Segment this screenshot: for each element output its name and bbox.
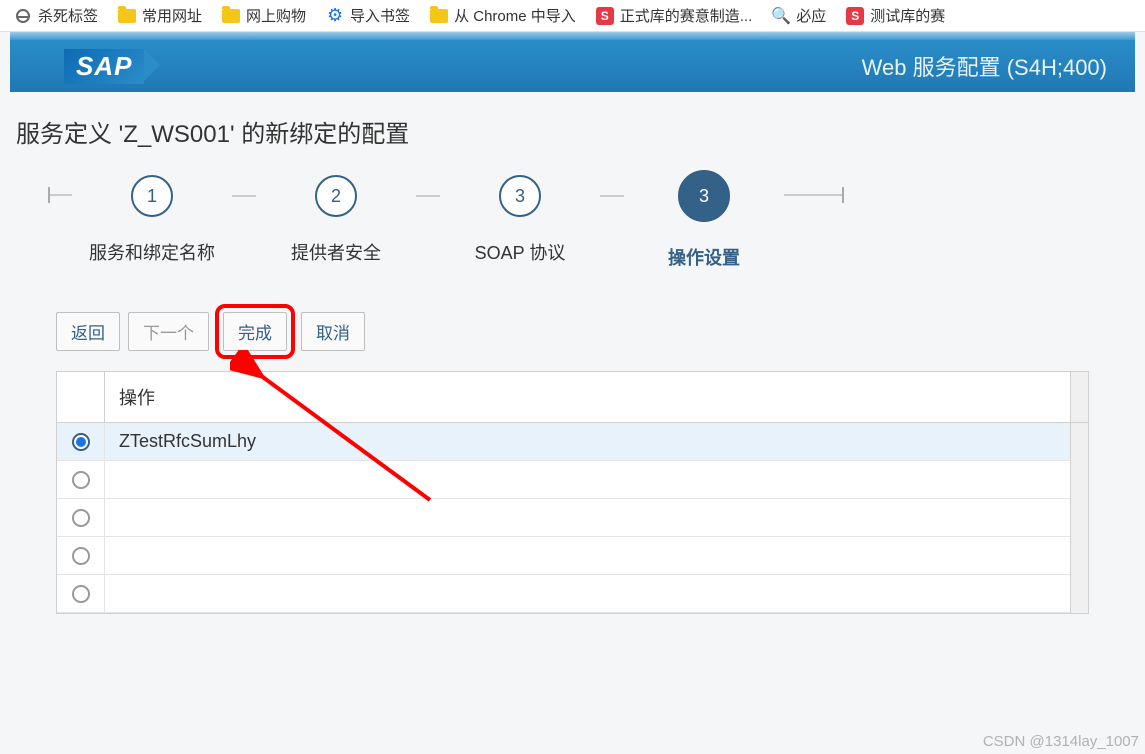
wizard-progress: 1 服务和绑定名称 2 提供者安全 3 SOAP 协议 3 操作设置 — [0, 159, 1145, 296]
table-scrollbar[interactable] — [1070, 423, 1088, 613]
row-radio-cell[interactable] — [57, 499, 105, 536]
app-icon: S — [596, 7, 614, 25]
wizard-step-4[interactable]: 3 操作设置 — [624, 175, 784, 270]
wizard-button-row: 返回 下一个 完成 取消 — [0, 296, 1145, 371]
step-label: 操作设置 — [668, 244, 740, 270]
table-row[interactable]: ZTestRfcSumLhy — [57, 423, 1070, 461]
finish-button[interactable]: 完成 — [223, 312, 287, 351]
app-icon: S — [846, 7, 864, 25]
radio-icon — [72, 471, 90, 489]
radio-icon — [72, 547, 90, 565]
globe-icon — [14, 7, 32, 25]
radio-icon — [72, 433, 90, 451]
wizard-end-tick — [784, 175, 844, 215]
search-icon: 🔍 — [772, 7, 790, 25]
bookmark-label: 常用网址 — [142, 5, 202, 26]
step-label: 服务和绑定名称 — [89, 239, 215, 265]
bookmark-label: 必应 — [796, 5, 826, 26]
table-row[interactable] — [57, 499, 1070, 537]
bookmark-label: 网上购物 — [246, 5, 306, 26]
sap-shell-header: SAP Web 服务配置 (S4H;400) — [10, 32, 1135, 92]
row-text: ZTestRfcSumLhy — [105, 431, 1070, 452]
step-number: 2 — [315, 175, 357, 217]
bookmark-label: 测试库的赛 — [870, 5, 945, 26]
row-radio-cell[interactable] — [57, 423, 105, 460]
bookmark-import[interactable]: ⚙ 导入书签 — [316, 5, 420, 26]
folder-icon — [430, 7, 448, 25]
back-button[interactable]: 返回 — [56, 312, 120, 351]
browser-bookmarks-bar: 杀死标签 常用网址 网上购物 ⚙ 导入书签 从 Chrome 中导入 S 正式库… — [0, 0, 1145, 32]
sap-logo: SAP — [64, 49, 144, 84]
watermark: CSDN @1314lay_1007 — [983, 733, 1139, 750]
bookmark-from-chrome[interactable]: 从 Chrome 中导入 — [420, 5, 586, 26]
table-row[interactable] — [57, 461, 1070, 499]
table-header-radio-col — [57, 372, 105, 422]
wizard-step-2[interactable]: 2 提供者安全 — [256, 175, 416, 265]
step-label: SOAP 协议 — [475, 239, 566, 265]
bookmark-kill-tab[interactable]: 杀死标签 — [4, 5, 108, 26]
step-label: 提供者安全 — [291, 239, 381, 265]
row-radio-cell[interactable] — [57, 461, 105, 498]
table-row[interactable] — [57, 537, 1070, 575]
step-number: 3 — [499, 175, 541, 217]
step-number: 1 — [131, 175, 173, 217]
next-button[interactable]: 下一个 — [128, 312, 209, 351]
bookmark-common[interactable]: 常用网址 — [108, 5, 212, 26]
shell-title: Web 服务配置 (S4H;400) — [862, 50, 1107, 82]
bookmark-shopping[interactable]: 网上购物 — [212, 5, 316, 26]
cancel-button[interactable]: 取消 — [301, 312, 365, 351]
operations-table: 操作 ZTestRfcSumLhy — [56, 371, 1089, 614]
bookmark-label: 杀死标签 — [38, 5, 98, 26]
bookmark-test-lib[interactable]: S 测试库的赛 — [836, 5, 955, 26]
bookmark-label: 从 Chrome 中导入 — [454, 5, 576, 26]
wizard-step-1[interactable]: 1 服务和绑定名称 — [72, 175, 232, 265]
row-radio-cell[interactable] — [57, 575, 105, 612]
gear-icon: ⚙ — [326, 7, 344, 25]
table-header-row: 操作 — [57, 372, 1088, 423]
wizard-step-3[interactable]: 3 SOAP 协议 — [440, 175, 600, 265]
table-row[interactable] — [57, 575, 1070, 613]
table-header-operation: 操作 — [105, 372, 1070, 422]
step-connector — [600, 195, 624, 197]
folder-icon — [222, 7, 240, 25]
row-radio-cell[interactable] — [57, 537, 105, 574]
bookmark-label: 正式库的赛意制造... — [620, 5, 753, 26]
step-connector — [416, 195, 440, 197]
step-connector — [232, 195, 256, 197]
bookmark-formal-lib[interactable]: S 正式库的赛意制造... — [586, 5, 763, 26]
table-scrollbar-col[interactable] — [1070, 372, 1088, 422]
bookmark-label: 导入书签 — [350, 5, 410, 26]
folder-icon — [118, 7, 136, 25]
radio-icon — [72, 585, 90, 603]
bookmark-biying[interactable]: 🔍 必应 — [762, 5, 836, 26]
radio-icon — [72, 509, 90, 527]
step-number: 3 — [678, 170, 730, 222]
wizard-start-tick — [48, 175, 72, 215]
page-title: 服务定义 'Z_WS001' 的新绑定的配置 — [0, 92, 1145, 159]
annotation-highlight-box: 完成 — [215, 304, 295, 359]
